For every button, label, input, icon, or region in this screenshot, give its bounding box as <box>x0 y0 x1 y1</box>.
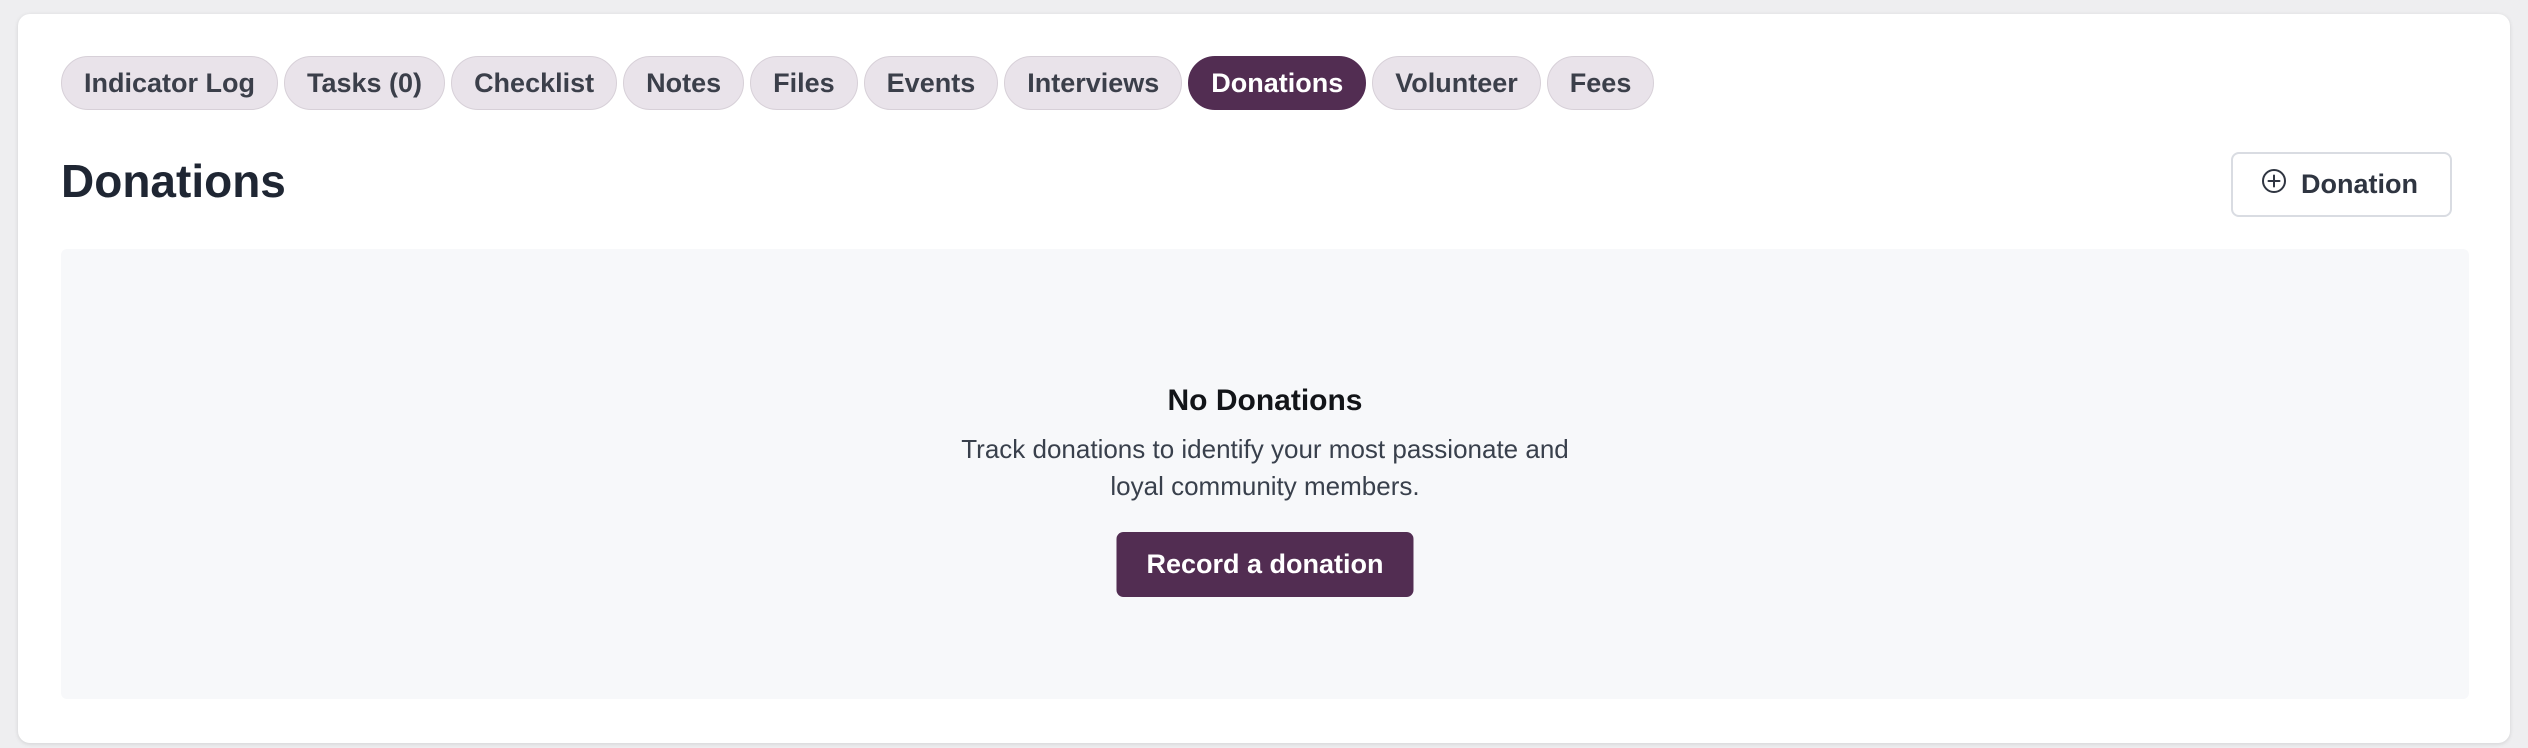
tab-interviews[interactable]: Interviews <box>1004 56 1183 110</box>
add-donation-label: Donation <box>2301 169 2418 199</box>
tab-fees[interactable]: Fees <box>1546 56 1655 110</box>
tab-indicator-log[interactable]: Indicator Log <box>61 56 278 110</box>
empty-state-panel: No Donations Track donations to identify… <box>61 249 2469 699</box>
plus-circle-icon <box>2261 168 2287 201</box>
donations-card: Indicator Log Tasks (0) Checklist Notes … <box>18 14 2510 743</box>
empty-state-title: No Donations <box>1167 384 1363 417</box>
tab-donations[interactable]: Donations <box>1188 56 1367 110</box>
tab-tasks[interactable]: Tasks (0) <box>284 56 446 110</box>
add-donation-button[interactable]: Donation <box>2231 152 2452 217</box>
empty-state-description: Track donations to identify your most pa… <box>961 434 1569 501</box>
record-donation-button[interactable]: Record a donation <box>1116 532 1414 597</box>
tab-checklist[interactable]: Checklist <box>451 56 618 110</box>
tab-notes[interactable]: Notes <box>623 56 745 110</box>
page-title: Donations <box>61 155 286 207</box>
tab-bar: Indicator Log Tasks (0) Checklist Notes … <box>61 56 1655 110</box>
tab-events[interactable]: Events <box>863 56 999 110</box>
tab-volunteer[interactable]: Volunteer <box>1372 56 1541 110</box>
tab-files[interactable]: Files <box>750 56 858 110</box>
